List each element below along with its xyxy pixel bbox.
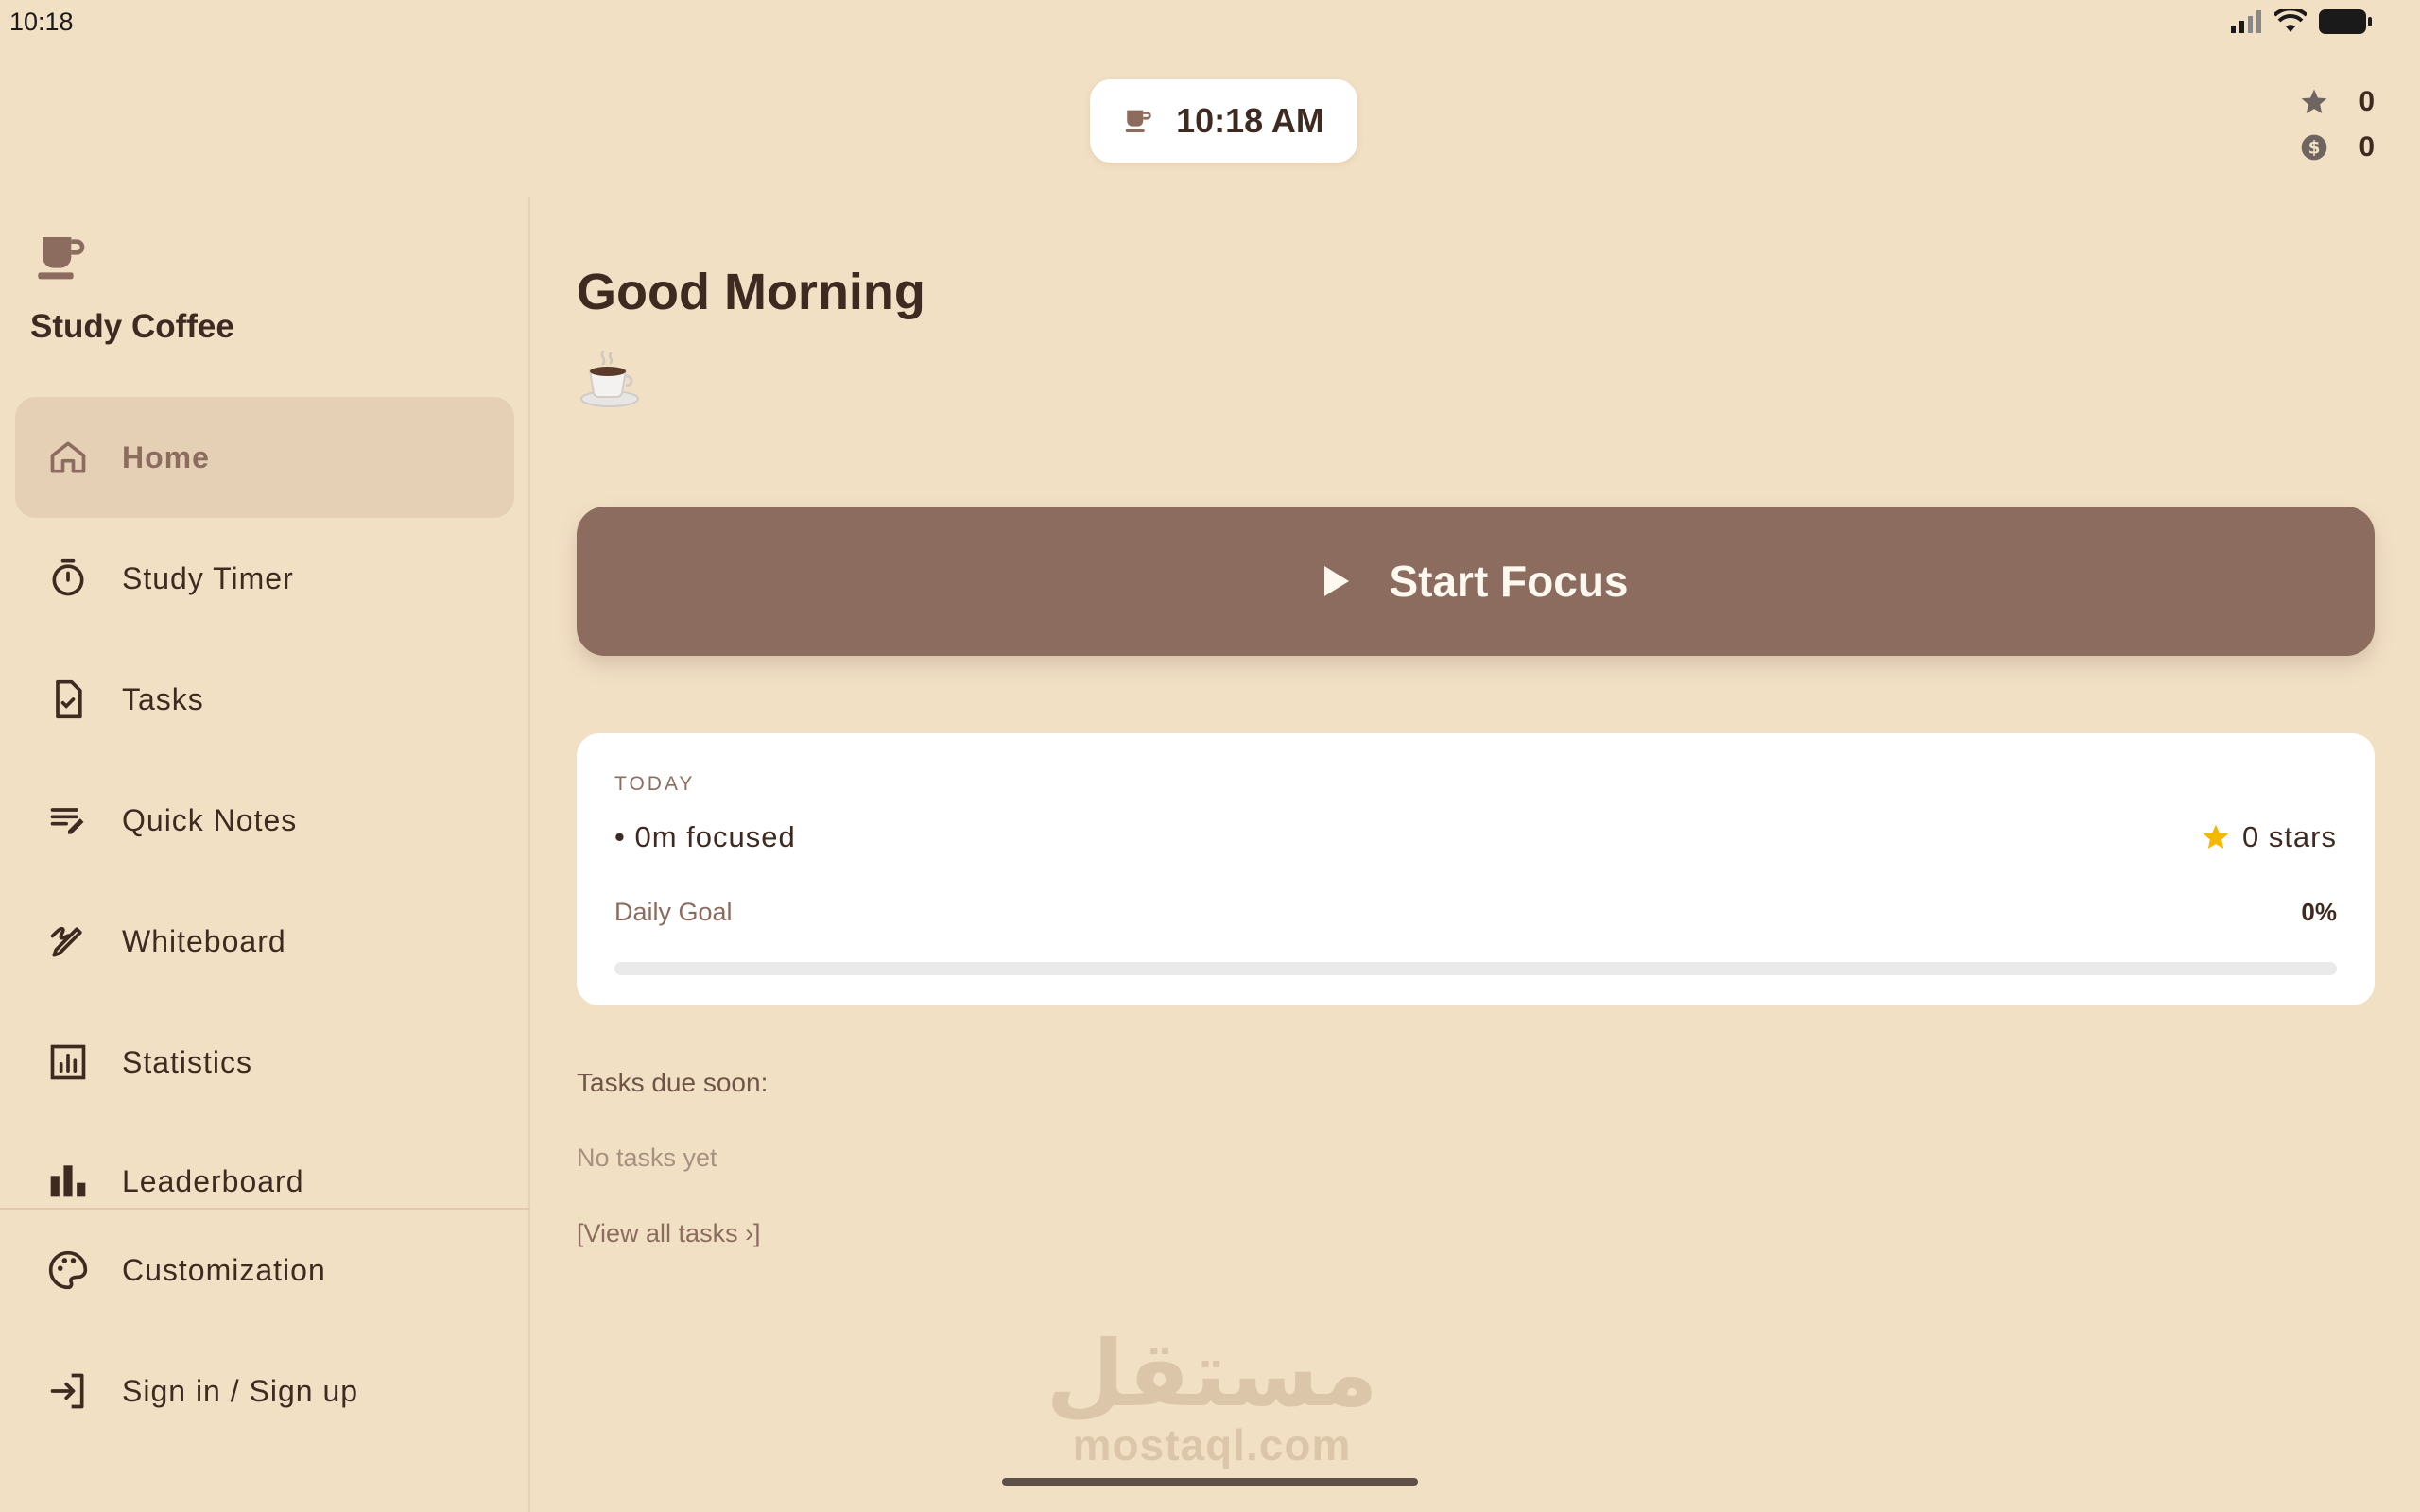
watermark-latin: mostaql.com [1072,1420,1352,1469]
reward-counters: 0 $ 0 [2299,79,2375,170]
notes-icon [50,808,84,834]
svg-text:$: $ [2308,139,2321,159]
today-stars-label: 0 stars [2241,820,2337,853]
sidebar-item-label: Home [122,439,210,474]
daily-goal-progress-bar [614,962,2337,975]
leaderboard-icon [50,1165,86,1197]
sidebar-item-label: Sign in / Sign up [122,1373,359,1408]
sidebar-item-label: Whiteboard [122,923,286,958]
today-stars: 0 stars [2201,820,2337,854]
sidebar-item-sign-in[interactable]: Sign in / Sign up [15,1331,514,1452]
coins-count: 0 [2359,131,2375,163]
star-icon [2301,89,2327,113]
stars-counter: 0 [2299,79,2375,125]
sidebar-item-study-timer[interactable]: Study Timer [15,518,514,639]
stopwatch-icon [52,558,84,596]
daily-goal-percent: 0% [2301,898,2337,926]
page-title: Good Morning [577,264,925,320]
coffee-cup-icon [38,237,85,280]
sidebar-item-tasks[interactable]: Tasks [15,639,514,760]
tasks-due-title: Tasks due soon: [577,1068,769,1097]
tasks-empty-text: No tasks yet [577,1143,717,1172]
today-section-label: TODAY [614,773,696,795]
sidebar-item-whiteboard[interactable]: Whiteboard [15,881,514,1002]
start-focus-button[interactable]: Start Focus [577,507,2375,656]
signal-icon [2231,10,2261,33]
sidebar-item-label: Customization [122,1252,326,1287]
whiteboard-icon [50,926,82,957]
home-icon [50,441,86,473]
battery-icon [2319,9,2372,34]
sidebar-item-label: Statistics [122,1044,253,1079]
clock-label: 10:18 AM [1176,101,1324,140]
sidebar: Study Coffee Home Study Timer Tasks Quic… [0,197,530,1512]
sidebar-item-label: Quick Notes [122,802,298,837]
clock-pill[interactable]: 10:18 AM [1090,79,1357,163]
play-icon [1324,566,1350,596]
coffee-emoji-icon [580,350,639,407]
watermark-logo: مستقل mostaql.com [1032,1327,1392,1469]
star-icon [2203,824,2229,849]
sign-in-icon [50,1373,84,1409]
status-time: 10:18 [9,8,74,36]
coins-counter: $ 0 [2299,125,2375,170]
palette-icon [48,1250,88,1290]
wifi-icon [2274,9,2307,32]
stars-count: 0 [2359,86,2375,117]
focused-time: • 0m focused [614,820,796,853]
daily-goal-label: Daily Goal [614,898,733,926]
sidebar-item-home[interactable]: Home [15,397,514,518]
watermark-arabic: مستقل [1046,1321,1378,1427]
home-indicator[interactable] [1002,1478,1418,1486]
statistics-icon [50,1044,86,1080]
today-card: TODAY • 0m focused 0 stars Daily Goal 0% [577,733,2375,1005]
view-all-tasks-link[interactable]: [View all tasks ›] [577,1219,761,1248]
status-bar: 10:18 [0,0,2420,43]
start-focus-label: Start Focus [1389,557,1629,606]
sidebar-item-customization[interactable]: Customization [15,1210,514,1331]
app-name: Study Coffee [30,308,234,345]
sidebar-item-label: Study Timer [122,560,294,595]
sidebar-item-statistics[interactable]: Statistics [15,1002,514,1123]
status-icons [2231,9,2373,35]
coin-icon: $ [2301,134,2327,161]
sidebar-item-label: Leaderboard [122,1164,304,1198]
coffee-cup-icon [1125,110,1151,133]
sidebar-item-leaderboard[interactable]: Leaderboard [15,1123,514,1204]
sidebar-item-quick-notes[interactable]: Quick Notes [15,760,514,881]
sidebar-item-label: Tasks [122,681,204,716]
task-file-icon [56,679,82,719]
